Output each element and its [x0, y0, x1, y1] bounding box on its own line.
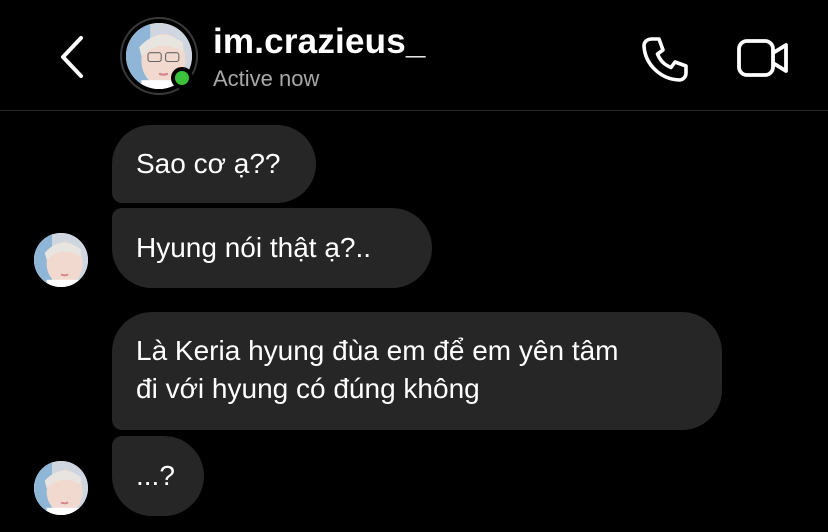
message-bubble[interactable]: ...? [112, 436, 204, 516]
message-text-line: Là Keria hyung đùa em để em yên tâm [136, 335, 619, 366]
chat-header: im.crazieus_ Active now [0, 0, 828, 111]
message-text: Hyung nói thật ạ?.. [136, 232, 372, 263]
back-button[interactable] [52, 32, 92, 82]
voice-call-button[interactable] [638, 33, 690, 85]
video-camera-icon [737, 39, 788, 77]
phone-icon [642, 37, 688, 82]
message-text: Sao cơ ạ?? [136, 148, 281, 179]
sender-avatar[interactable] [34, 461, 88, 515]
message-bubble[interactable]: Hyung nói thật ạ?.. [112, 208, 432, 288]
sender-avatar[interactable] [34, 233, 88, 287]
active-status: Active now [213, 66, 320, 91]
message-bubble[interactable]: Là Keria hyung đùa em để em yên tâm đi v… [112, 312, 722, 430]
online-status-dot [171, 67, 193, 89]
video-call-button[interactable] [736, 35, 790, 81]
message-bubble[interactable]: Sao cơ ạ?? [112, 125, 316, 203]
message-text-line: đi với hyung có đúng không [136, 373, 480, 404]
chat-username[interactable]: im.crazieus_ [213, 22, 426, 62]
message-text: ...? [136, 460, 175, 491]
chevron-left-icon [61, 36, 83, 78]
